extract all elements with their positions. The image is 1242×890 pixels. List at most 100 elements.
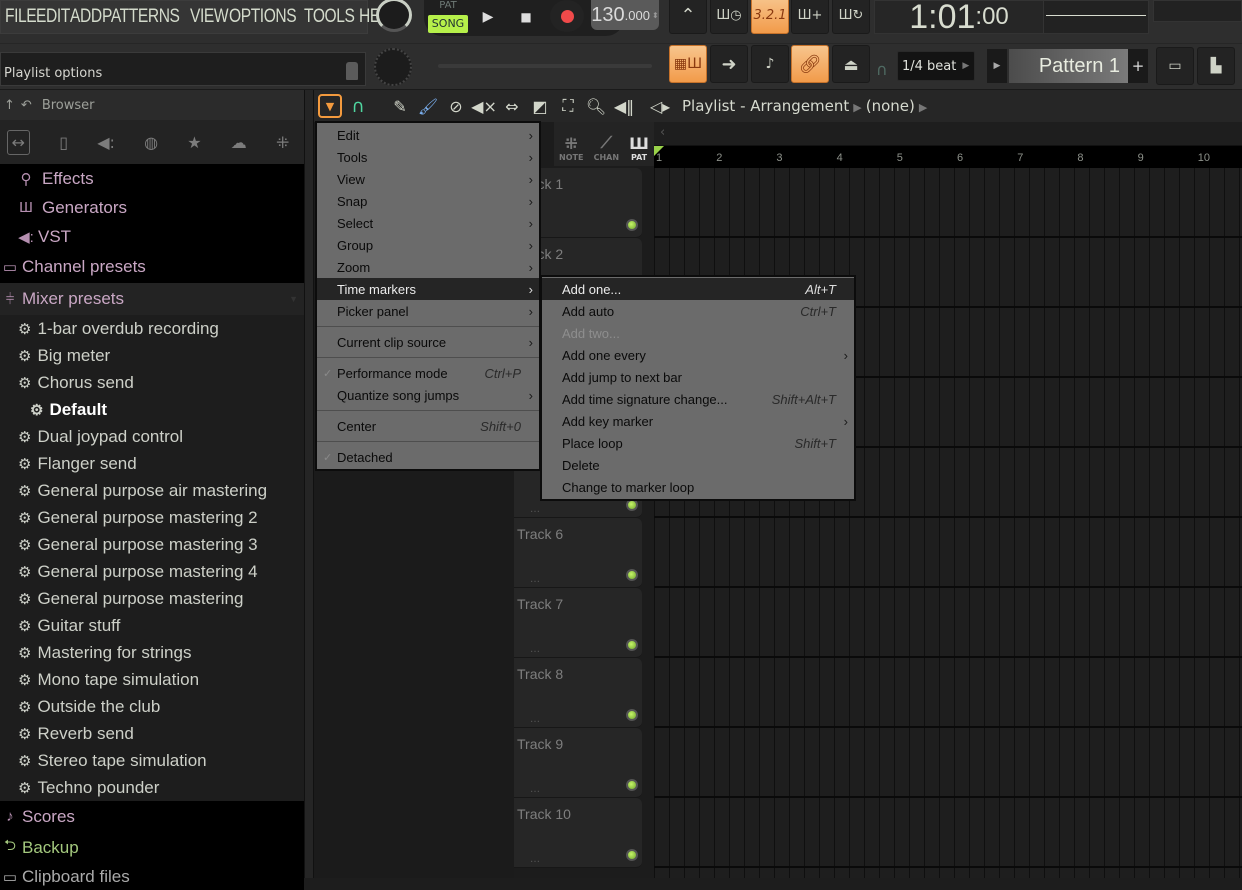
pattern-menu-button[interactable]: ▶ <box>987 49 1007 83</box>
menu-item[interactable]: Group › <box>317 234 539 256</box>
slip-tool-icon[interactable]: ⇔ <box>500 94 524 118</box>
mixer-preset-item[interactable]: ⚙ Big meter <box>0 342 304 369</box>
pencil-icon[interactable]: ✎ <box>388 94 412 118</box>
mixer-preset-item[interactable]: ⚙ Outside the club <box>0 693 304 720</box>
tree-item-scores[interactable]: ♪ Scores <box>0 801 304 832</box>
menu-item[interactable]: Time markers › <box>317 278 539 300</box>
menu-options[interactable]: OPTIONS <box>229 6 297 28</box>
master-volume-knob[interactable] <box>376 0 412 32</box>
menu-item[interactable]: Edit › <box>317 124 539 146</box>
playlist-window-button[interactable]: ▭ <box>1156 47 1194 85</box>
panel-splitter[interactable] <box>304 90 314 878</box>
master-pitch-knob[interactable] <box>374 48 412 86</box>
menu-item[interactable]: View › <box>317 168 539 190</box>
wait-for-input-button[interactable]: Ш◷ <box>710 0 748 34</box>
mixer-preset-item[interactable]: ⚙ Flanger send <box>0 450 304 477</box>
mixer-preset-item[interactable]: ⚙ General purpose air mastering <box>0 477 304 504</box>
tree-item-mixer-presets[interactable]: ⫩ Mixer presets ▼ <box>0 283 304 315</box>
mixer-preset-item[interactable]: ⚙ General purpose mastering 4 <box>0 558 304 585</box>
menu-edit[interactable]: EDIT <box>36 6 70 28</box>
horizontal-scrollbar[interactable]: ‹ <box>654 122 1242 146</box>
track-header[interactable]: Track 6… <box>514 518 642 588</box>
picker-tab-chan[interactable]: ⟋ CHAN <box>594 133 619 162</box>
tree-item-clipboard-files[interactable]: ▭ Clipboard files <box>0 863 304 890</box>
track-header[interactable]: Track 7… <box>514 588 642 658</box>
mixer-preset-item[interactable]: ⚙ Dual joypad control <box>0 423 304 450</box>
tree-item-effects[interactable]: ⚲ Effects <box>0 164 304 193</box>
picker-tab-note[interactable]: ⁜ NOTE <box>559 134 583 162</box>
delete-tool-icon[interactable]: ⊘ <box>444 94 468 118</box>
menu-add[interactable]: ADD <box>70 6 102 28</box>
record-button[interactable] <box>550 0 584 32</box>
menu-item[interactable]: Change to marker loop <box>542 476 854 498</box>
next-window-button[interactable]: ➜ <box>710 45 748 83</box>
arrangement-selector[interactable]: (none) <box>866 97 915 115</box>
blend-notes-button[interactable]: ♪ <box>751 45 789 83</box>
waveform-icon[interactable]: ⁜ <box>276 133 289 152</box>
step-edit-button[interactable]: Ш+ <box>791 0 829 34</box>
tempo-display[interactable]: 130.000 ⬍ <box>591 0 659 30</box>
plugins-icon[interactable]: ◀: <box>97 133 115 152</box>
song-position-clock[interactable]: 1:01:00 <box>874 0 1044 36</box>
mixer-preset-item[interactable]: ⚙ Guitar stuff <box>0 612 304 639</box>
menu-file[interactable]: FILE <box>5 6 37 28</box>
mixer-preset-item[interactable]: ⚙ Reverb send <box>0 720 304 747</box>
all-icon[interactable]: ↔ <box>6 129 30 155</box>
playlist-options-button[interactable]: ▼ <box>318 94 342 118</box>
mute-tool-icon[interactable]: ◀× <box>471 94 497 118</box>
pattern-selector[interactable]: Pattern 1 <box>1009 49 1128 83</box>
cloud-icon[interactable]: ☁ <box>231 133 247 152</box>
tree-item-vst[interactable]: ◀: VST <box>0 222 304 251</box>
track-mute-led[interactable] <box>626 709 638 721</box>
track-header[interactable]: Track 8… <box>514 658 642 728</box>
track-mute-led[interactable] <box>626 779 638 791</box>
stop-button[interactable]: ■ <box>508 0 544 34</box>
menu-item[interactable]: Quantize song jumps › <box>317 384 539 406</box>
select-tool-icon[interactable]: ⛶ <box>556 94 580 118</box>
track-mute-led[interactable] <box>626 219 638 231</box>
menu-item[interactable]: Current clip source › <box>317 331 539 353</box>
midi-control-button[interactable]: ⏏ <box>832 45 870 83</box>
tree-item-backup[interactable]: ⮌ Backup <box>0 832 304 863</box>
tree-item-generators[interactable]: Ш Generators <box>0 193 304 222</box>
menu-item[interactable]: Add key marker › <box>542 410 854 432</box>
menu-item[interactable]: Zoom › <box>317 256 539 278</box>
menu-item[interactable]: ✓ Performance mode Ctrl+P <box>317 362 539 384</box>
track-header[interactable]: Track 10… <box>514 798 642 868</box>
mixer-preset-item[interactable]: ⚙ 1-bar overdub recording <box>0 315 304 342</box>
track-mute-led[interactable] <box>626 849 638 861</box>
song-position-slider[interactable] <box>438 64 652 68</box>
menu-item[interactable]: Add auto Ctrl+T <box>542 300 854 322</box>
files-icon[interactable]: ▯ <box>59 133 68 152</box>
menu-patterns[interactable]: PATTERNS <box>102 6 180 28</box>
piano-roll-window-button[interactable]: ▙ <box>1197 47 1235 85</box>
mixer-preset-item[interactable]: ⚙ Techno pounder <box>0 774 304 801</box>
add-pattern-button[interactable]: + <box>1128 49 1148 83</box>
menu-item[interactable]: Center Shift+0 <box>317 415 539 437</box>
mixer-preset-item[interactable]: ⚙ Default <box>0 396 304 423</box>
play-button[interactable]: ▶ <box>470 0 506 34</box>
menu-view[interactable]: VIEW <box>190 6 229 28</box>
multilink-button[interactable]: 🔗︎ <box>791 45 829 83</box>
mixer-preset-item[interactable]: ⚙ Stereo tape simulation <box>0 747 304 774</box>
mixer-preset-item[interactable]: ⚙ Chorus send <box>0 369 304 396</box>
typing-keyboard-button[interactable]: ▦Ш <box>669 45 707 83</box>
track-mute-led[interactable] <box>626 569 638 581</box>
mixer-preset-item[interactable]: ⚙ Mono tape simulation <box>0 666 304 693</box>
picker-tab-pat[interactable]: Ш PAT <box>629 134 649 162</box>
menu-item[interactable]: Snap › <box>317 190 539 212</box>
metronome-button[interactable]: ⌃ <box>669 0 707 34</box>
paint-brush-icon[interactable]: 🖌︎ <box>416 94 440 118</box>
snap-selector[interactable]: 1/4 beat ▶ <box>897 51 975 81</box>
speaker-arrow-icon[interactable]: ◁▸ <box>648 94 672 118</box>
menu-item[interactable]: Add one... Alt+T <box>542 278 854 300</box>
menu-item[interactable]: Select › <box>317 212 539 234</box>
up-arrow-icon[interactable]: ↑ <box>4 98 15 113</box>
chevron-left-icon[interactable]: ‹ <box>660 125 665 140</box>
playback-tool-icon[interactable]: ◀‖ <box>612 94 636 118</box>
menu-item[interactable]: Delete <box>542 454 854 476</box>
menu-tools[interactable]: TOOLS <box>304 6 355 28</box>
mixer-preset-item[interactable]: ⚙ Mastering for strings <box>0 639 304 666</box>
zoom-tool-icon[interactable]: 🔍︎ <box>584 94 608 118</box>
loop-record-button[interactable]: Ш↻ <box>832 0 870 34</box>
